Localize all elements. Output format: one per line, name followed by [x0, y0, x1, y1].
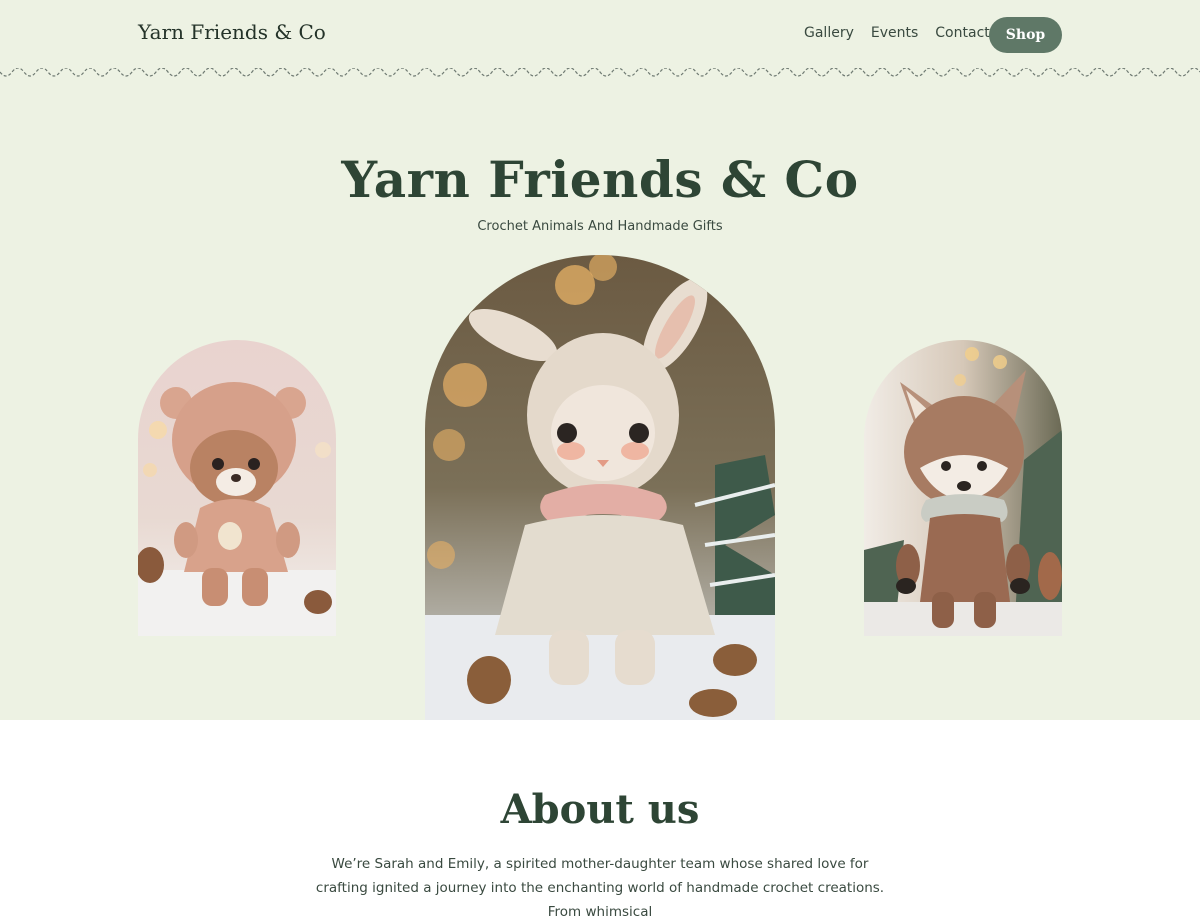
main-nav: Gallery Events Contact	[804, 25, 990, 41]
nav-events[interactable]: Events	[871, 25, 918, 41]
crochet-bear-illustration	[138, 340, 336, 636]
hero-subtitle: Crochet Animals And Handmade Gifts	[477, 219, 723, 234]
fox-image[interactable]	[864, 340, 1062, 636]
shop-button[interactable]: Shop	[989, 17, 1062, 53]
bear-image[interactable]	[138, 340, 336, 636]
nav-contact[interactable]: Contact	[935, 25, 989, 41]
stitch-divider	[0, 68, 1200, 77]
crochet-bunny-illustration	[425, 255, 775, 720]
about-title: About us	[500, 786, 700, 833]
hero-title: Yarn Friends & Co	[341, 150, 859, 209]
bunny-image[interactable]	[425, 255, 775, 720]
about-text: We’re Sarah and Emily, a spirited mother…	[315, 856, 885, 920]
hero-section: Yarn Friends & Co Gallery Events Contact…	[0, 0, 1200, 720]
crochet-fox-illustration	[864, 340, 1062, 636]
site-header: Yarn Friends & Co Gallery Events Contact…	[0, 0, 1200, 70]
site-title[interactable]: Yarn Friends & Co	[138, 20, 326, 44]
nav-gallery[interactable]: Gallery	[804, 25, 854, 41]
about-section: About us We’re Sarah and Emily, a spirit…	[0, 720, 1200, 920]
